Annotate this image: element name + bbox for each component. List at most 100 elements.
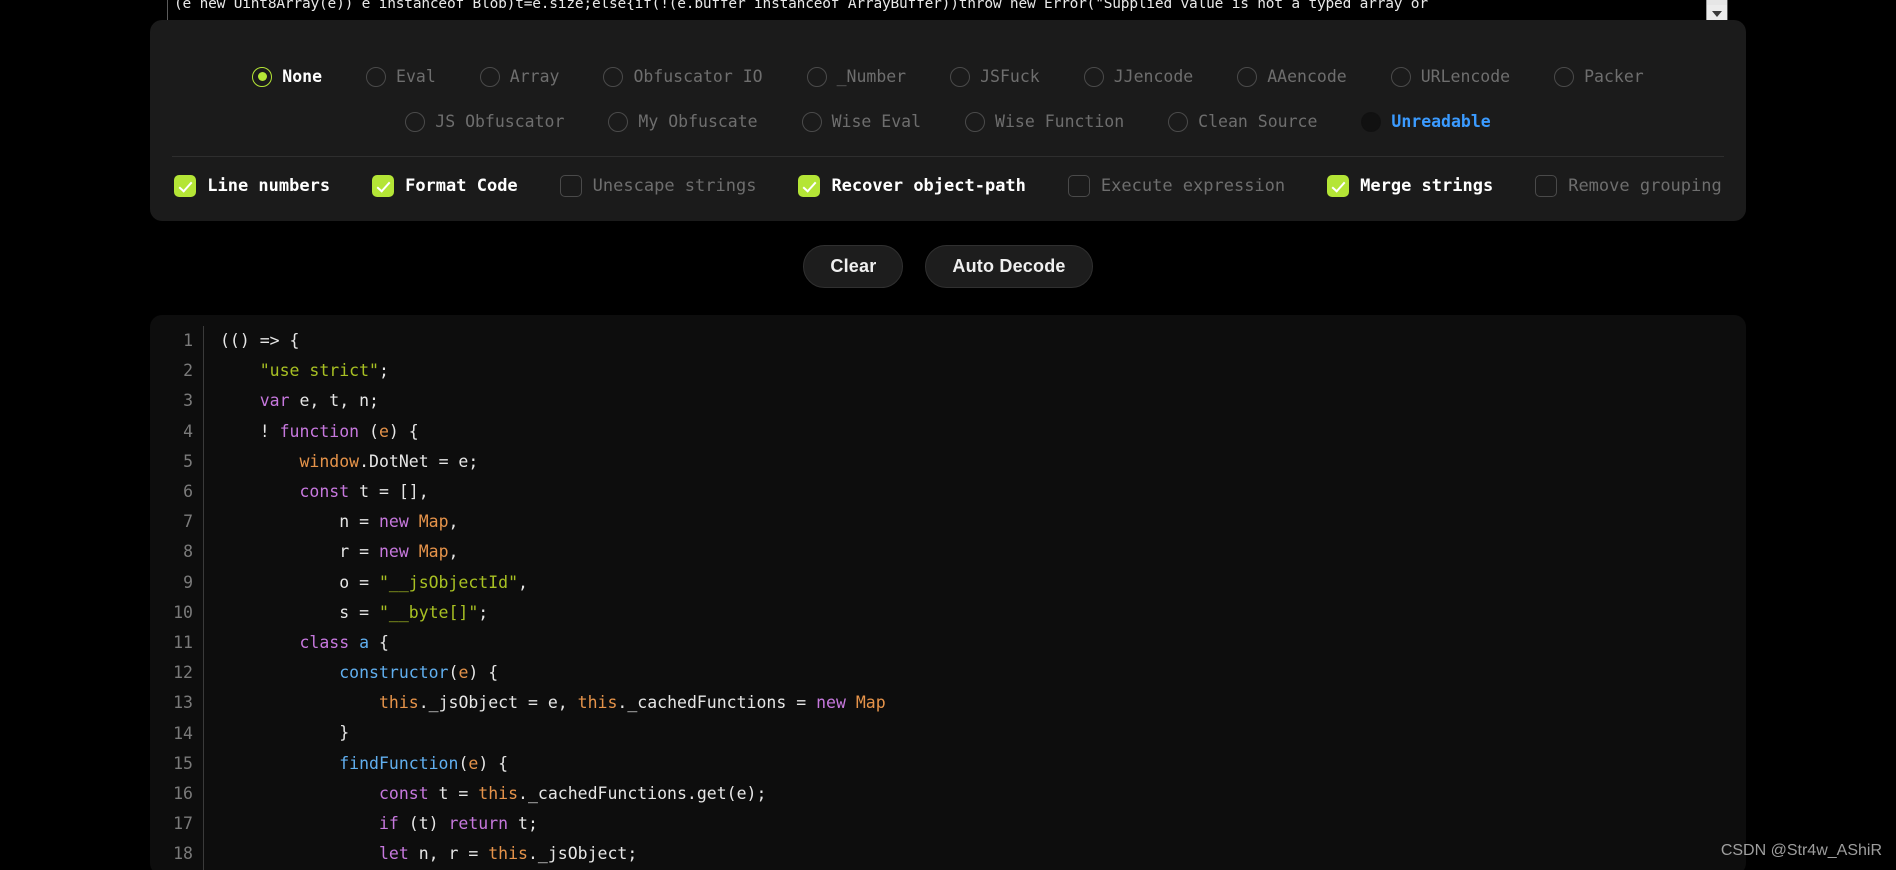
code-token: e: [378, 421, 389, 441]
code-token: ,: [448, 512, 459, 532]
checkbox-remove-grouping[interactable]: Remove grouping: [1535, 175, 1722, 197]
checkbox-indicator-icon[interactable]: [174, 175, 197, 197]
code-line[interactable]: window.DotNet = e;: [220, 447, 1746, 477]
code-token: "use strict": [259, 361, 379, 381]
checkbox-unescape-strings[interactable]: Unescape strings: [559, 175, 756, 197]
action-button-row: Clear Auto Decode: [0, 245, 1896, 288]
radio-indicator-icon[interactable]: [603, 66, 624, 87]
checkbox-indicator-icon[interactable]: [798, 175, 821, 197]
code-token: t;: [508, 814, 538, 833]
radio-indicator-icon[interactable]: [950, 66, 971, 87]
radio-option-packer[interactable]: Packer: [1554, 66, 1644, 87]
radio-option-label: Wise Function: [995, 112, 1125, 131]
checkbox-indicator-icon[interactable]: [1327, 175, 1350, 197]
radio-indicator-icon[interactable]: [1237, 66, 1258, 87]
code-token: ) {: [478, 753, 509, 773]
radio-option-number[interactable]: _Number: [806, 66, 906, 87]
code-line[interactable]: r = new Map,: [220, 537, 1746, 567]
code-token: (: [359, 421, 379, 441]
checkbox-indicator-icon[interactable]: [1067, 175, 1090, 197]
line-number: 5: [183, 451, 193, 471]
line-number: 13: [173, 693, 193, 713]
code-line[interactable]: let n, r = this._jsObject;: [220, 839, 1746, 869]
radio-option-jjencode[interactable]: JJencode: [1083, 66, 1193, 87]
checkbox-line-numbers[interactable]: Line numbers: [174, 175, 330, 197]
code-token: window: [299, 451, 360, 471]
code-line[interactable]: (() => {: [220, 326, 1746, 356]
radio-indicator-icon[interactable]: [806, 66, 827, 87]
radio-option-obfuscator-io[interactable]: Obfuscator IO: [603, 66, 763, 87]
checkbox-indicator-icon[interactable]: [372, 175, 395, 197]
radio-indicator-icon[interactable]: [965, 111, 986, 132]
radio-option-wise-function[interactable]: Wise Function: [965, 111, 1125, 132]
checkbox-recover-object-path[interactable]: Recover object-path: [798, 175, 1026, 197]
checkbox-indicator-icon[interactable]: [559, 175, 582, 197]
radio-option-label: Obfuscator IO: [633, 67, 763, 86]
radio-indicator-icon[interactable]: [479, 66, 500, 87]
page-root: (e=document.baseURI+e.substr(2)),import(…: [0, 0, 1896, 870]
code-token: new: [378, 542, 409, 562]
radio-option-unreadable[interactable]: Unreadable: [1361, 111, 1491, 132]
radio-indicator-icon[interactable]: [252, 66, 273, 87]
radio-indicator-icon[interactable]: [1168, 111, 1189, 132]
line-number: 10: [173, 602, 193, 622]
code-line[interactable]: if (t) return t;: [220, 809, 1746, 839]
code-token: Map: [418, 542, 449, 562]
radio-option-none[interactable]: None: [252, 66, 322, 87]
code-line[interactable]: }: [220, 718, 1746, 748]
checkbox-format-code[interactable]: Format Code: [372, 175, 518, 197]
code-token: const: [378, 783, 429, 803]
code-content[interactable]: (() => { "use strict"; var e, t, n; ! fu…: [204, 326, 1746, 870]
radio-indicator-icon[interactable]: [1361, 111, 1382, 132]
decode-method-row-2: JS Obfuscator My Obfuscate Wise Eval Wise F…: [150, 99, 1746, 144]
radio-indicator-icon[interactable]: [1083, 66, 1104, 87]
code-line[interactable]: findFunction(e) {: [220, 749, 1746, 779]
radio-option-urlencode[interactable]: URLencode: [1390, 66, 1510, 87]
radio-indicator-icon[interactable]: [1554, 66, 1575, 87]
code-line[interactable]: n = new Map,: [220, 507, 1746, 537]
line-number: 9: [183, 572, 193, 592]
radio-option-my-obfuscate[interactable]: My Obfuscate: [608, 111, 758, 132]
code-line[interactable]: const t = this._cachedFunctions.get(e);: [220, 779, 1746, 809]
radio-option-array[interactable]: Array: [479, 66, 559, 87]
code-line[interactable]: constructor(e) {: [220, 658, 1746, 688]
radio-indicator-icon[interactable]: [608, 111, 629, 132]
radio-indicator-icon[interactable]: [801, 111, 822, 132]
radio-option-wise-eval[interactable]: Wise Eval: [801, 111, 922, 132]
clear-button[interactable]: Clear: [803, 245, 904, 288]
radio-option-jsfuck[interactable]: JSFuck: [950, 66, 1040, 87]
checkbox-label: Execute expression: [1100, 176, 1286, 196]
radio-option-label: Wise Eval: [831, 112, 922, 131]
radio-option-js-obfuscator[interactable]: JS Obfuscator: [405, 111, 564, 132]
code-line[interactable]: ! function (e) {: [220, 417, 1746, 447]
checkbox-indicator-icon[interactable]: [1535, 175, 1558, 197]
radio-option-label: JSFuck: [980, 67, 1040, 86]
code-output-panel[interactable]: 1 2 3 4 5 6 7 8 9 10 11 12 13 14 15 16 17 18 (() => { "us…: [150, 315, 1746, 870]
radio-option-clean-source[interactable]: Clean Source: [1168, 111, 1317, 132]
code-line[interactable]: const t = [],: [220, 477, 1746, 507]
code-line[interactable]: this._jsObject = e, this._cachedFunction…: [220, 688, 1746, 718]
code-line[interactable]: class a {: [220, 628, 1746, 658]
code-token: e: [468, 753, 479, 773]
code-token: ;: [378, 361, 389, 381]
auto-decode-button[interactable]: Auto Decode: [925, 245, 1093, 288]
checkbox-execute-expression[interactable]: Execute expression: [1067, 175, 1286, 197]
code-line[interactable]: "use strict";: [220, 356, 1746, 386]
code-line[interactable]: var e, t, n;: [220, 386, 1746, 416]
radio-indicator-icon[interactable]: [1390, 66, 1411, 87]
code-token: }: [220, 723, 350, 743]
radio-option-aaencode[interactable]: AAencode: [1237, 66, 1347, 87]
code-token: .DotNet = e;: [359, 451, 479, 471]
code-line[interactable]: s = "__byte[]";: [220, 598, 1746, 628]
code-token: ;: [478, 602, 489, 622]
code-token: return: [448, 814, 509, 833]
radio-indicator-icon[interactable]: [366, 66, 387, 87]
radio-indicator-icon[interactable]: [405, 111, 426, 132]
checkbox-merge-strings[interactable]: Merge strings: [1327, 175, 1493, 197]
radio-option-eval[interactable]: Eval: [366, 66, 436, 87]
code-line[interactable]: o = "__jsObjectId",: [220, 568, 1746, 598]
code-token: this: [478, 783, 519, 803]
